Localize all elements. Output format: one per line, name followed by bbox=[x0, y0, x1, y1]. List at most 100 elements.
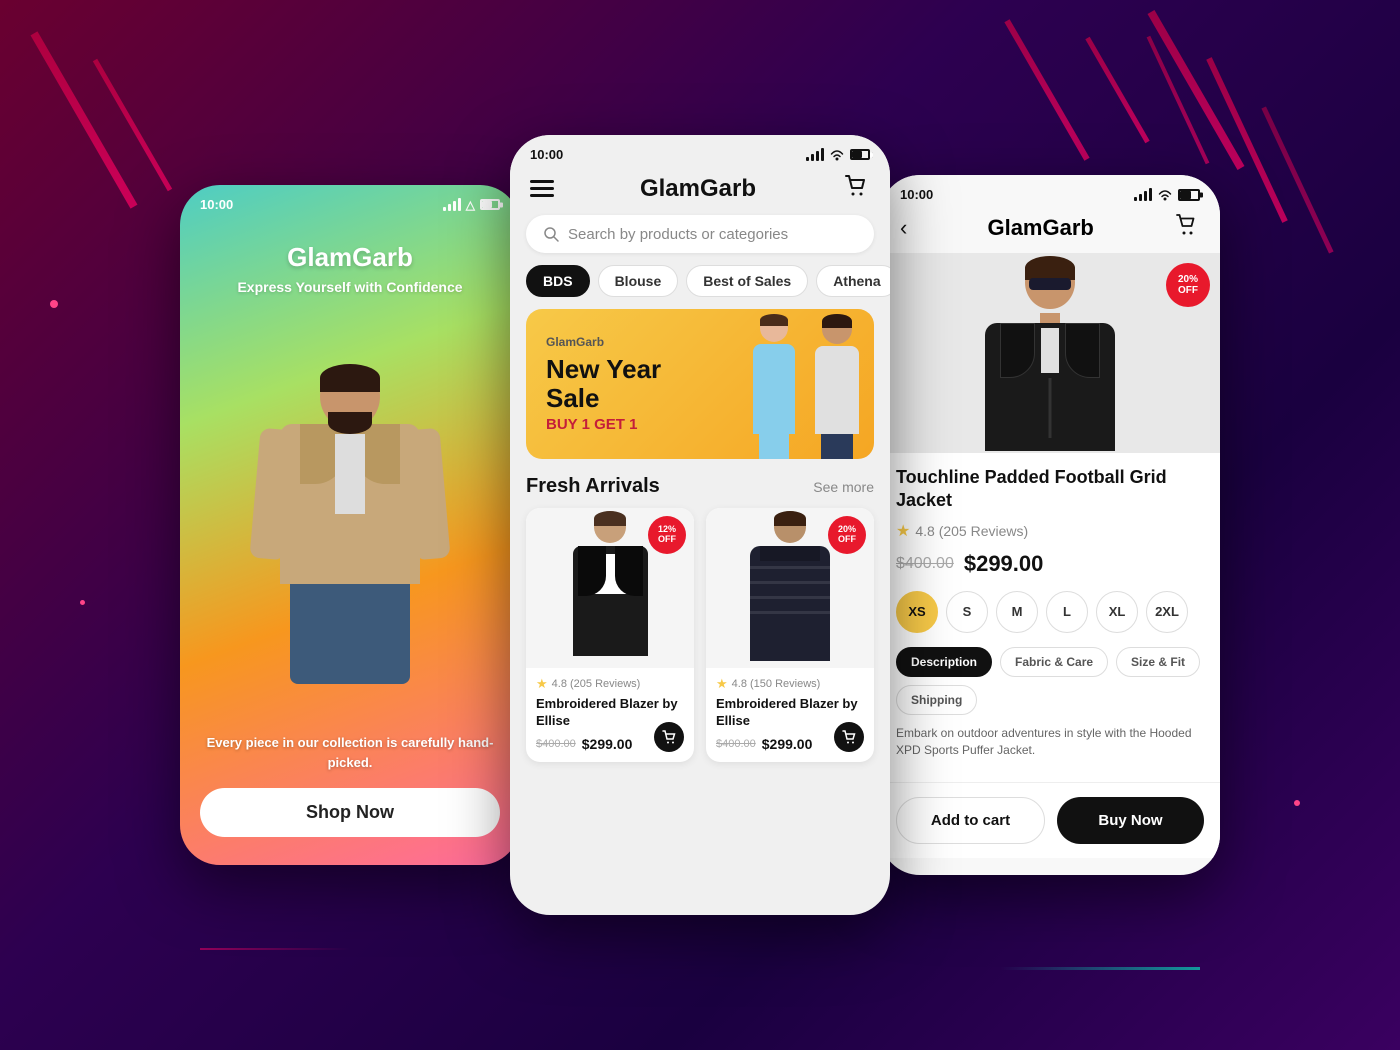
search-placeholder-text: Search by products or categories bbox=[568, 226, 788, 243]
cart-add-icon-2 bbox=[841, 729, 857, 745]
tab-fabric-care[interactable]: Fabric & Care bbox=[1000, 647, 1108, 677]
product-2-rating: ★ 4.8 (150 Reviews) bbox=[716, 676, 864, 692]
banner-text: GlamGarb New YearSale BUY 1 GET 1 bbox=[546, 335, 661, 433]
banner-title: New YearSale bbox=[546, 355, 661, 412]
category-tab-best-of-sales[interactable]: Best of Sales bbox=[686, 265, 808, 297]
detail-new-price: $299.00 bbox=[964, 551, 1044, 577]
wifi-icon-2 bbox=[829, 149, 845, 161]
size-2xl[interactable]: 2XL bbox=[1146, 591, 1188, 633]
cart-button[interactable] bbox=[842, 172, 870, 205]
bg-line-bottom bbox=[1000, 967, 1200, 970]
product-1-new-price: $299.00 bbox=[582, 736, 633, 752]
phone-splash: 10:00 △ GlamGarb Express Yourself with C… bbox=[180, 185, 520, 865]
battery-icon bbox=[480, 199, 500, 210]
fresh-arrivals-header: Fresh Arrivals See more bbox=[510, 475, 890, 508]
size-s[interactable]: S bbox=[946, 591, 988, 633]
discount-badge-2: 20%OFF bbox=[828, 516, 866, 554]
product-2-new-price: $299.00 bbox=[762, 736, 813, 752]
tab-size-fit[interactable]: Size & Fit bbox=[1116, 647, 1200, 677]
action-buttons: Add to cart Buy Now bbox=[880, 782, 1220, 858]
product-card-1: 12%OFF ★ 4.8 (205 Reviews) Embroidered B… bbox=[526, 508, 694, 762]
detail-tabs-section: Description Fabric & Care Size & Fit Shi… bbox=[896, 647, 1204, 759]
product-detail-title: Touchline Padded Football Grid Jacket bbox=[896, 466, 1204, 513]
category-tab-bds[interactable]: BDS bbox=[526, 265, 590, 297]
signal-bars-icon-2 bbox=[806, 148, 824, 161]
wifi-icon-3 bbox=[1157, 189, 1173, 201]
size-options: XS S M L XL 2XL bbox=[896, 591, 1204, 633]
phones-container: 10:00 △ GlamGarb Express Yourself with C… bbox=[50, 135, 1350, 915]
size-m[interactable]: M bbox=[996, 591, 1038, 633]
tab-description[interactable]: Description bbox=[896, 647, 992, 677]
bg-line-4 bbox=[1085, 37, 1149, 143]
shop-now-button[interactable]: Shop Now bbox=[200, 788, 500, 837]
phone1-time: 10:00 bbox=[200, 197, 233, 212]
phone3-status-bar: 10:00 bbox=[880, 175, 1220, 202]
description-text: Embark on outdoor adventures in style wi… bbox=[896, 725, 1204, 759]
phone3-logo: GlamGarb bbox=[987, 215, 1093, 241]
category-tab-blouse[interactable]: Blouse bbox=[598, 265, 679, 297]
banner-models bbox=[746, 309, 864, 459]
phone3-time: 10:00 bbox=[900, 187, 933, 202]
star-icon-1: ★ bbox=[536, 676, 548, 692]
size-l[interactable]: L bbox=[1046, 591, 1088, 633]
detail-tabs-row: Description Fabric & Care Size & Fit Shi… bbox=[896, 647, 1204, 715]
buy-now-button[interactable]: Buy Now bbox=[1057, 797, 1204, 844]
phone2-header: GlamGarb bbox=[510, 162, 890, 215]
cart-icon-3 bbox=[1174, 212, 1200, 238]
product-2-rating-text: 4.8 (150 Reviews) bbox=[732, 678, 821, 690]
phone1-model-area bbox=[200, 315, 500, 733]
phone1-logo: GlamGarb bbox=[287, 242, 413, 273]
search-bar[interactable]: Search by products or categories bbox=[526, 215, 874, 253]
phone3-cart-button[interactable] bbox=[1174, 212, 1200, 243]
detail-old-price: $400.00 bbox=[896, 555, 954, 573]
cart-add-icon-1 bbox=[661, 729, 677, 745]
phone1-status-bar: 10:00 △ bbox=[180, 185, 520, 212]
phone2-status-icons bbox=[806, 148, 870, 161]
star-icon-2: ★ bbox=[716, 676, 728, 692]
banner-brand: GlamGarb bbox=[546, 335, 661, 349]
phone3-status-icons bbox=[1134, 188, 1200, 201]
phone2-logo: GlamGarb bbox=[640, 175, 756, 203]
bg-line-bottom2 bbox=[200, 948, 350, 950]
search-icon bbox=[542, 225, 560, 243]
tab-shipping[interactable]: Shipping bbox=[896, 685, 977, 715]
cart-icon bbox=[842, 172, 870, 200]
signal-bars-icon-3 bbox=[1134, 188, 1152, 201]
size-xs[interactable]: XS bbox=[896, 591, 938, 633]
wifi-icon: △ bbox=[466, 198, 475, 212]
category-tab-athena[interactable]: Athena bbox=[816, 265, 890, 297]
phone3-header: ‹ GlamGarb bbox=[880, 202, 1220, 253]
detail-star-icon: ★ bbox=[896, 521, 910, 541]
product-detail-discount-badge: 20% OFF bbox=[1166, 263, 1210, 307]
product-2-old-price: $400.00 bbox=[716, 738, 756, 750]
phone1-status-icons: △ bbox=[443, 198, 500, 212]
size-xl[interactable]: XL bbox=[1096, 591, 1138, 633]
phone2-status-bar: 10:00 bbox=[510, 135, 890, 162]
phone-main-shop: 10:00 bbox=[510, 135, 890, 915]
product-detail-rating: ★ 4.8 (205 Reviews) bbox=[896, 521, 1204, 541]
splash-model-figure bbox=[240, 364, 460, 684]
battery-icon-3 bbox=[1178, 189, 1200, 201]
add-to-cart-button[interactable]: Add to cart bbox=[896, 797, 1045, 844]
product-1-old-price: $400.00 bbox=[536, 738, 576, 750]
product-card-2: 20%OFF ★ 4.8 (150 Reviews) Embroidered B… bbox=[706, 508, 874, 762]
add-to-cart-2[interactable] bbox=[834, 722, 864, 752]
add-to-cart-1[interactable] bbox=[654, 722, 684, 752]
phone1-content: GlamGarb Express Yourself with Confidenc… bbox=[180, 212, 520, 857]
product-main-image: 20% OFF bbox=[880, 253, 1220, 453]
see-more-button[interactable]: See more bbox=[813, 479, 874, 495]
phone1-tagline: Express Yourself with Confidence bbox=[237, 279, 462, 295]
battery-icon-2 bbox=[850, 149, 870, 160]
fresh-arrivals-title: Fresh Arrivals bbox=[526, 475, 660, 498]
sale-banner[interactable]: GlamGarb New YearSale BUY 1 GET 1 bbox=[526, 309, 874, 459]
hamburger-menu-icon[interactable] bbox=[530, 180, 554, 197]
back-button[interactable]: ‹ bbox=[900, 215, 907, 241]
product-2-image: 20%OFF bbox=[706, 508, 874, 668]
products-row: 12%OFF ★ 4.8 (205 Reviews) Embroidered B… bbox=[510, 508, 890, 762]
size-section: XS S M L XL 2XL bbox=[896, 591, 1204, 633]
signal-bars-icon bbox=[443, 198, 461, 211]
product-detail-price: $400.00 $299.00 bbox=[896, 551, 1204, 577]
phone-product-detail: 10:00 ‹ Gl bbox=[880, 175, 1220, 875]
product-1-rating-text: 4.8 (205 Reviews) bbox=[552, 678, 641, 690]
discount-badge-1: 12%OFF bbox=[648, 516, 686, 554]
